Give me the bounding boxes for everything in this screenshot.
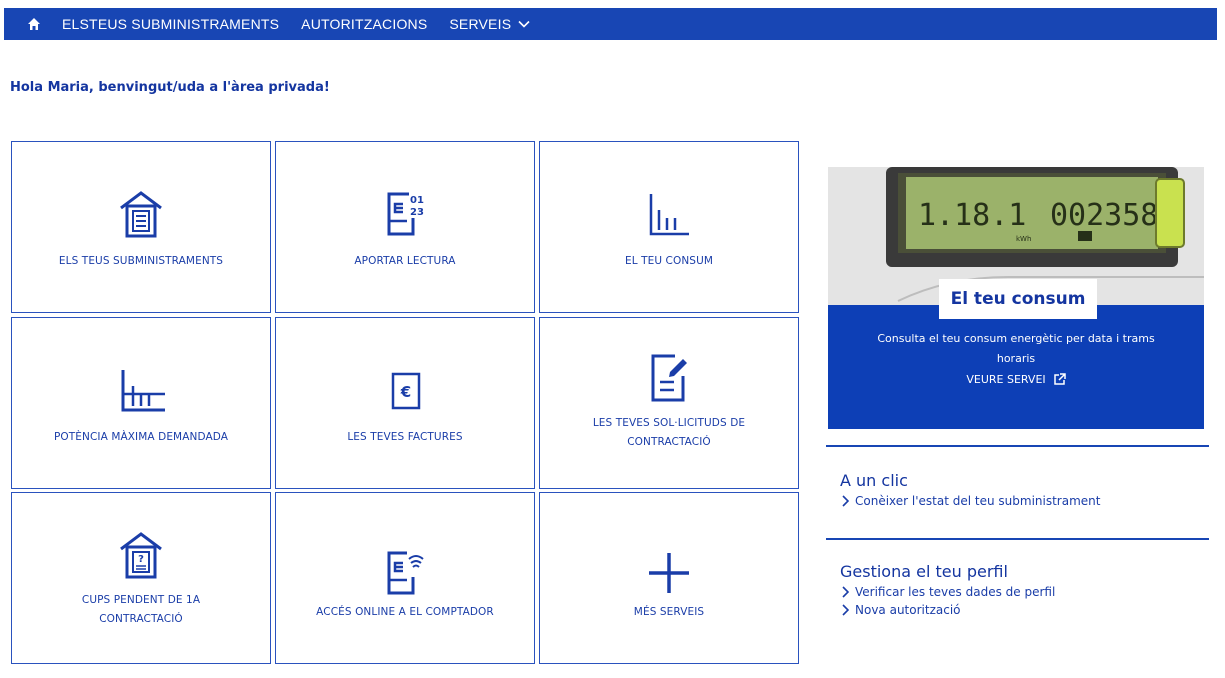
link-label: Conèixer l'estat del teu subministrament xyxy=(855,494,1101,508)
tile-mes-serveis[interactable]: MÉS SERVEIS xyxy=(539,492,799,664)
nav-label: AUTORITZACIONS xyxy=(301,16,428,32)
document-edit-icon xyxy=(540,352,798,408)
svg-text:1.18.1: 1.18.1 xyxy=(918,198,1026,233)
svg-text:?: ? xyxy=(138,554,144,565)
chevron-right-icon xyxy=(842,586,849,598)
euro-invoice-icon: € xyxy=(276,362,534,418)
tile-aportar-lectura[interactable]: 01 23 APORTAR LECTURA xyxy=(275,141,535,313)
tile-cups-pendent[interactable]: ? CUPS PENDENT DE 1A CONTRACTACIÓ xyxy=(11,492,271,664)
nav-label: SERVEIS xyxy=(449,16,512,32)
plus-icon xyxy=(540,545,798,601)
link-estat-subministrament[interactable]: Conèixer l'estat del teu subministrament xyxy=(842,494,1209,508)
nav-label: ELSTEUS SUBMINISTRAMENTS xyxy=(62,16,280,32)
link-verificar-dades[interactable]: Verificar les teves dades de perfil xyxy=(842,585,1209,599)
welcome-greeting: Hola Maria, benvingut/uda a l'àrea priva… xyxy=(10,80,330,95)
house-document-icon xyxy=(12,186,270,242)
nav-serveis[interactable]: SERVEIS xyxy=(449,16,530,32)
svg-text:€: € xyxy=(400,383,411,401)
meter-reading-icon: 01 23 xyxy=(276,186,534,242)
tile-el-teu-consum[interactable]: EL TEU CONSUM xyxy=(539,141,799,313)
home-icon[interactable] xyxy=(18,8,50,40)
svg-text:01: 01 xyxy=(410,195,424,206)
tile-label: EL TEU CONSUM xyxy=(624,255,714,267)
svg-text:002358: 002358 xyxy=(1050,198,1158,233)
tile-sol-licituds[interactable]: LES TEVES SOL·LICITUDS DE CONTRACTACIÓ xyxy=(539,317,799,489)
link-label: Nova autorització xyxy=(855,603,961,617)
svg-text:23: 23 xyxy=(410,207,424,218)
tile-label: LES TEVES FACTURES xyxy=(347,431,463,443)
tile-label: LES TEVES SOL·LICITUDS DE CONTRACTACIÓ xyxy=(592,417,746,448)
tile-potencia-maxima[interactable]: POTÈNCIA MÀXIMA DEMANDADA xyxy=(11,317,271,489)
promo-blue-panel: Consulta el teu consum energètic per dat… xyxy=(828,305,1204,429)
bar-chart-icon xyxy=(540,186,798,242)
tile-label: ACCÉS ONLINE A EL COMPTADOR xyxy=(316,606,494,618)
tile-les-teves-factures[interactable]: € LES TEVES FACTURES xyxy=(275,317,535,489)
nav-autoritzacions[interactable]: AUTORITZACIONS xyxy=(301,16,427,32)
quick-access-section: A un clic Conèixer l'estat del teu submi… xyxy=(826,445,1209,508)
external-link-icon xyxy=(1053,373,1066,385)
top-navigation: ELSTEUS SUBMINISTRAMENTS AUTORITZACIONS … xyxy=(4,8,1217,40)
house-question-icon: ? xyxy=(12,527,270,583)
link-nova-autoritzacio[interactable]: Nova autorització xyxy=(842,603,1209,617)
profile-section: Gestiona el teu perfil Verificar les tev… xyxy=(826,538,1209,617)
chevron-right-icon xyxy=(842,495,849,507)
tile-label: CUPS PENDENT DE 1A CONTRACTACIÓ xyxy=(81,594,201,625)
veure-servei-label: VEURE SERVEI xyxy=(966,373,1046,386)
promo-title: El teu consum xyxy=(939,279,1097,319)
max-power-chart-icon xyxy=(12,362,270,418)
tile-els-teus-subministraments[interactable]: ELS TEUS SUBMINISTRAMENTS xyxy=(11,141,271,313)
tile-label: MÉS SERVEIS xyxy=(633,606,705,618)
veure-servei-link[interactable]: VEURE SERVEI xyxy=(828,373,1204,386)
tile-label: ELS TEUS SUBMINISTRAMENTS xyxy=(58,255,224,267)
svg-text:kWh: kWh xyxy=(1016,235,1031,243)
tile-acces-online-comptador[interactable]: ACCÉS ONLINE A EL COMPTADOR xyxy=(275,492,535,664)
promo-description: Consulta el teu consum energètic per dat… xyxy=(877,332,1155,365)
tile-label: POTÈNCIA MÀXIMA DEMANDADA xyxy=(53,431,229,443)
nav-els-teus-subministraments[interactable]: ELSTEUS SUBMINISTRAMENTS xyxy=(62,16,279,32)
meter-wifi-icon xyxy=(276,545,534,601)
tile-label: APORTAR LECTURA xyxy=(354,255,456,267)
consumption-promo-card: 1.18.1 002358 kWh Consulta el teu consum… xyxy=(828,167,1204,429)
quick-access-title: A un clic xyxy=(840,471,908,490)
link-label: Verificar les teves dades de perfil xyxy=(855,585,1056,599)
chevron-down-icon xyxy=(518,20,530,28)
profile-section-title: Gestiona el teu perfil xyxy=(840,562,1008,581)
chevron-right-icon xyxy=(842,604,849,616)
